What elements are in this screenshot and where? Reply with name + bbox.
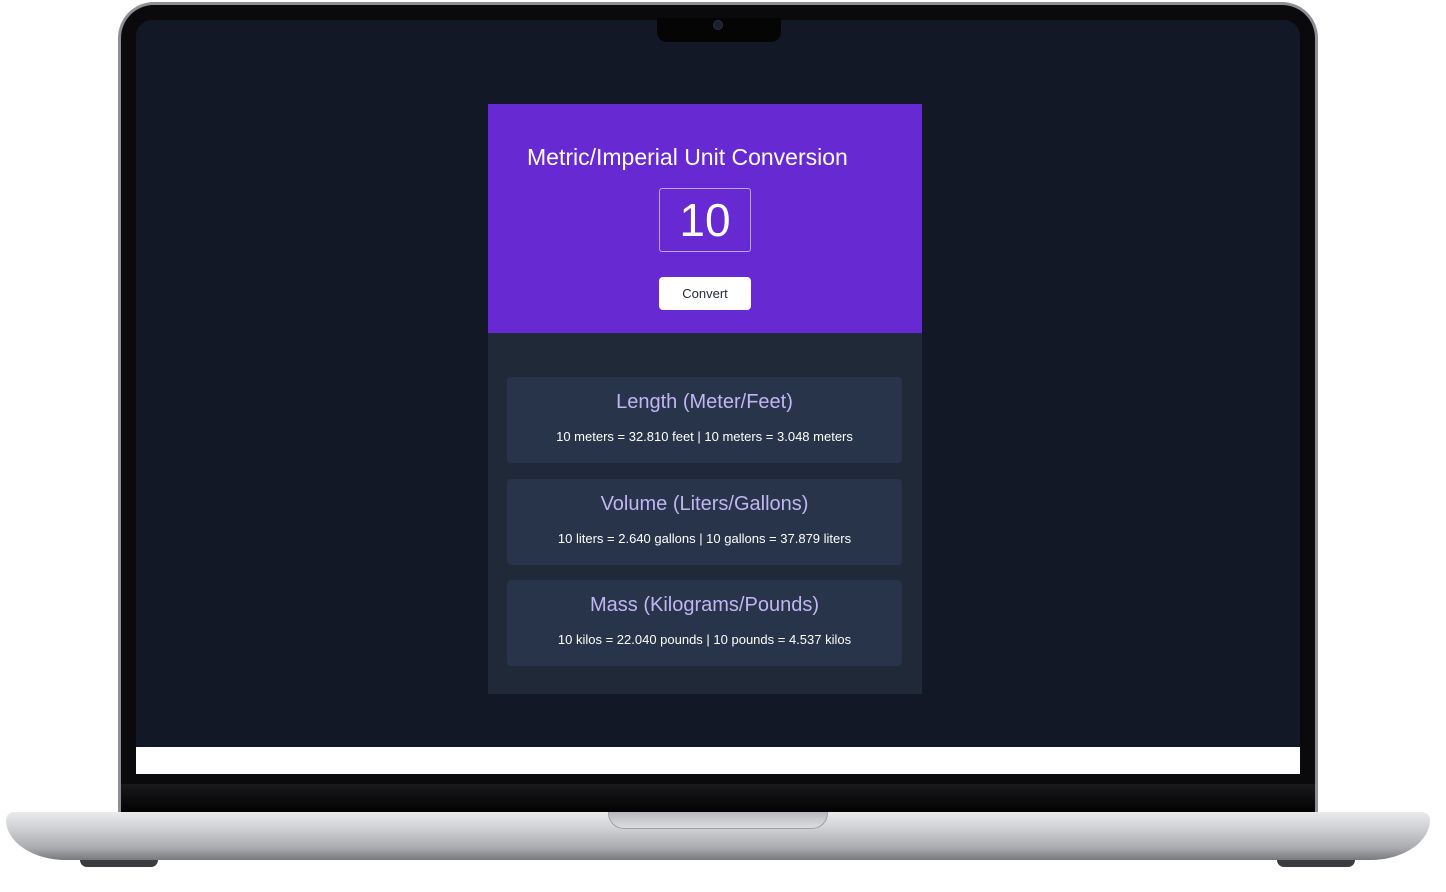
card-result: 10 kilos = 22.040 pounds | 10 pounds = 4… xyxy=(557,632,852,647)
number-input[interactable] xyxy=(659,188,751,252)
laptop-hinge xyxy=(121,784,1315,814)
laptop-foot-left xyxy=(80,860,158,867)
laptop-foot-right xyxy=(1277,860,1355,867)
camera-notch xyxy=(657,18,781,42)
length-card: Length (Meter/Feet) 10 meters = 32.810 f… xyxy=(507,377,902,463)
page-title: Metric/Imperial Unit Conversion xyxy=(527,144,848,170)
convert-button[interactable]: Convert xyxy=(659,277,751,310)
card-result: 10 liters = 2.640 gallons | 10 gallons =… xyxy=(557,530,852,546)
screen-bottom-strip xyxy=(136,747,1300,774)
converter-app: Metric/Imperial Unit Conversion Convert … xyxy=(488,104,922,694)
card-title: Volume (Liters/Gallons) xyxy=(600,492,809,515)
mass-card: Mass (Kilograms/Pounds) 10 kilos = 22.04… xyxy=(507,580,902,666)
laptop-opening-notch xyxy=(608,812,828,829)
laptop-screen: Metric/Imperial Unit Conversion Convert … xyxy=(136,20,1300,774)
card-title: Mass (Kilograms/Pounds) xyxy=(590,594,819,616)
converter-header: Metric/Imperial Unit Conversion Convert xyxy=(488,104,922,333)
card-result: 10 meters = 32.810 feet | 10 meters = 3.… xyxy=(556,429,853,444)
camera-icon xyxy=(713,20,723,30)
card-title: Length (Meter/Feet) xyxy=(616,391,793,413)
results-list: Length (Meter/Feet) 10 meters = 32.810 f… xyxy=(507,377,902,682)
volume-card: Volume (Liters/Gallons) 10 liters = 2.64… xyxy=(507,478,902,565)
